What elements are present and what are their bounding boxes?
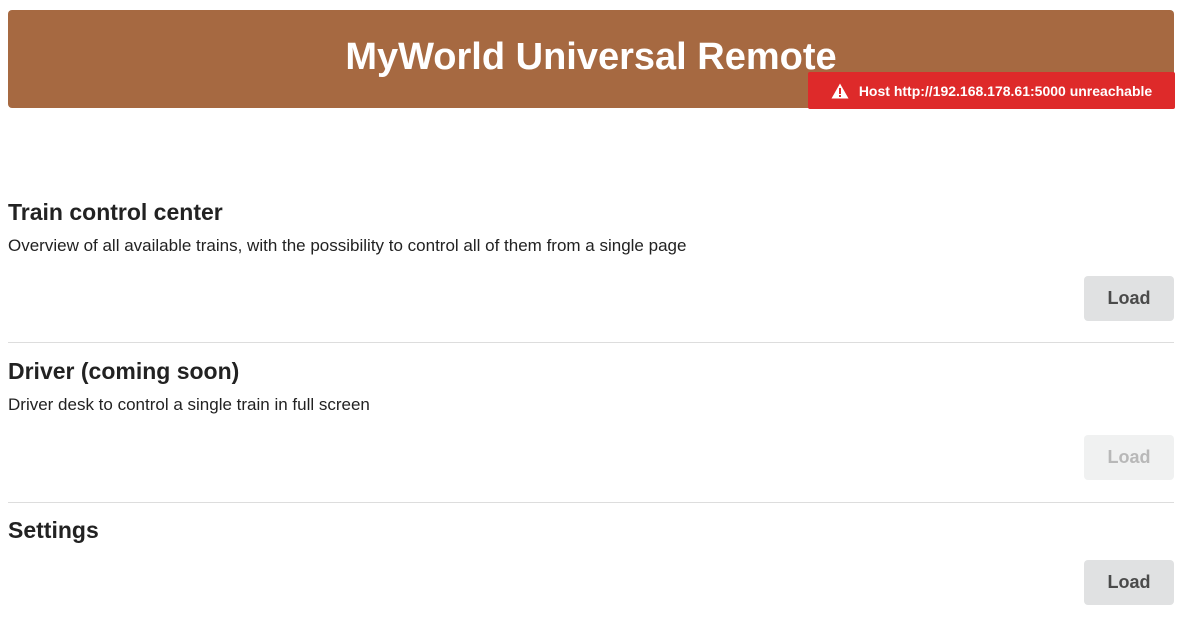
section-driver: Driver (coming soon) Driver desk to cont…: [8, 357, 1174, 482]
connection-error-badge: Host http://192.168.178.61:5000 unreacha…: [808, 72, 1175, 109]
section-title: Settings: [8, 517, 99, 543]
load-train-control-center-button[interactable]: Load: [1084, 276, 1174, 321]
error-text: Host http://192.168.178.61:5000 unreacha…: [858, 82, 1153, 99]
section-divider: [8, 342, 1174, 343]
section-description: Overview of all available trains, with t…: [8, 236, 687, 255]
section-train-control-center: Train control center Overview of all ava…: [8, 198, 1174, 323]
load-driver-button[interactable]: Load: [1084, 435, 1174, 480]
section-title: Driver (coming soon): [8, 358, 240, 384]
section-settings: Settings Load: [8, 516, 1174, 616]
section-divider: [8, 502, 1174, 503]
warning-icon: [831, 83, 849, 99]
section-title: Train control center: [8, 199, 223, 225]
load-settings-button[interactable]: Load: [1084, 560, 1174, 605]
section-description: Driver desk to control a single train in…: [8, 395, 370, 414]
